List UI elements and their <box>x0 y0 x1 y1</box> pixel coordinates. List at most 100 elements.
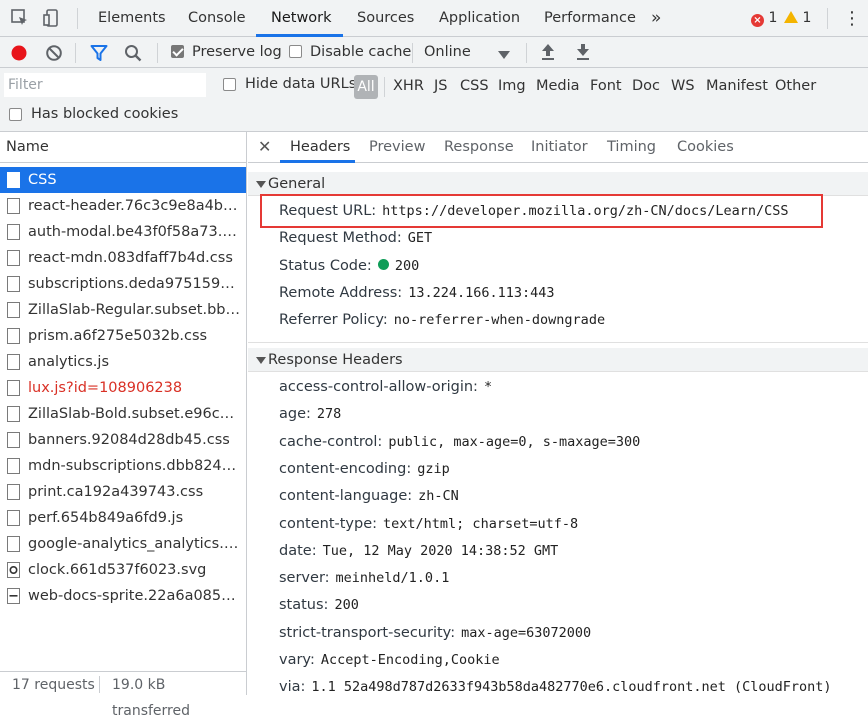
filter-icon[interactable] <box>90 44 108 66</box>
type-filter-img[interactable]: Img <box>498 78 526 94</box>
warning-count[interactable]: 1 <box>784 10 811 26</box>
header-value: gzip <box>417 460 450 477</box>
hide-data-urls-checkbox[interactable] <box>223 78 236 91</box>
request-row[interactable]: analytics.js <box>0 349 246 375</box>
request-row[interactable]: CSS <box>0 167 246 193</box>
hide-data-urls-label[interactable]: Hide data URLs <box>245 76 356 92</box>
disable-cache-label[interactable]: Disable cache <box>310 44 411 60</box>
request-row[interactable]: lux.js?id=108906238 <box>0 375 246 401</box>
tab-network[interactable]: Network <box>271 0 332 37</box>
header-key: content-type: <box>279 515 378 532</box>
request-url-highlight <box>260 194 823 228</box>
type-filter-js[interactable]: JS <box>434 78 447 94</box>
tab-timing[interactable]: Timing <box>607 132 656 163</box>
request-row[interactable]: ZillaSlab-Regular.subset.bbc3… <box>0 297 246 323</box>
error-icon: × <box>751 14 764 27</box>
header-row: date: Tue, 12 May 2020 14:38:52 GMT <box>279 543 558 559</box>
error-count-label: 1 <box>768 10 778 26</box>
close-icon[interactable]: ✕ <box>258 137 271 156</box>
type-filter-all[interactable]: All <box>354 75 378 99</box>
chevron-down-icon[interactable] <box>498 48 510 64</box>
tab-application[interactable]: Application <box>439 0 520 37</box>
import-har-icon[interactable] <box>540 43 556 65</box>
toolbar-separator <box>75 43 76 63</box>
more-tabs-button[interactable]: » <box>651 0 661 37</box>
request-name: ZillaSlab-Bold.subset.e96c15f6… <box>28 406 242 422</box>
header-row: Referrer Policy: no-referrer-when-downgra… <box>279 312 605 328</box>
file-icon <box>7 354 20 370</box>
request-row[interactable]: auth-modal.be43f0f58a73.css <box>0 219 246 245</box>
file-icon <box>7 380 20 396</box>
request-name: clock.661d537f6023.svg <box>28 562 207 578</box>
request-row[interactable]: react-header.76c3c9e8a4b4.css <box>0 193 246 219</box>
request-row[interactable]: print.ca192a439743.css <box>0 479 246 505</box>
preserve-log-checkbox[interactable] <box>171 45 184 58</box>
request-row[interactable]: web-docs-sprite.22a6a085cf1… <box>0 583 246 609</box>
request-row[interactable]: google-analytics_analytics.js?s… <box>0 531 246 557</box>
header-key: date: <box>279 542 317 559</box>
header-row: age: 278 <box>279 406 341 422</box>
request-row[interactable]: perf.654b849a6fd9.js <box>0 505 246 531</box>
search-icon[interactable] <box>124 44 142 66</box>
tab-initiator[interactable]: Initiator <box>531 132 588 163</box>
error-count[interactable]: × 1 <box>751 10 777 27</box>
file-icon <box>7 432 20 448</box>
type-filter-font[interactable]: Font <box>590 78 622 94</box>
response-headers-section-header[interactable]: Response Headers <box>248 348 868 372</box>
request-name: mdn-subscriptions.dbb82432… <box>28 458 242 474</box>
throttling-select[interactable]: Online <box>424 44 471 60</box>
disable-cache-checkbox[interactable] <box>289 45 302 58</box>
file-icon <box>7 224 20 240</box>
expand-triangle-icon <box>256 357 266 364</box>
filter-bar: Hide data URLs All XHR JS CSS Img Media … <box>0 68 868 132</box>
request-name: react-header.76c3c9e8a4b4.css <box>28 198 242 214</box>
has-blocked-cookies-label[interactable]: Has blocked cookies <box>31 106 178 122</box>
header-row: vary: Accept-Encoding,Cookie <box>279 652 500 668</box>
tab-response[interactable]: Response <box>444 132 514 163</box>
request-name: banners.92084d28db45.css <box>28 432 230 448</box>
file-icon <box>7 484 20 500</box>
has-blocked-cookies-checkbox[interactable] <box>9 108 22 121</box>
type-filter-css[interactable]: CSS <box>460 78 489 94</box>
type-filter-manifest[interactable]: Manifest <box>706 78 768 94</box>
request-row[interactable]: clock.661d537f6023.svg <box>0 557 246 583</box>
type-filter-media[interactable]: Media <box>536 78 580 94</box>
tab-elements[interactable]: Elements <box>98 0 166 37</box>
filter-input[interactable] <box>4 73 206 97</box>
type-filter-doc[interactable]: Doc <box>632 78 660 94</box>
tab-performance[interactable]: Performance <box>544 0 636 37</box>
more-options-icon[interactable]: ⋮ <box>843 8 861 29</box>
type-filter-xhr[interactable]: XHR <box>393 78 424 94</box>
type-filter-ws[interactable]: WS <box>671 78 695 94</box>
details-tab-bar: ✕ Headers Preview Response Initiator Tim… <box>248 132 868 163</box>
header-row: access-control-allow-origin: * <box>279 379 492 395</box>
request-row[interactable]: banners.92084d28db45.css <box>0 427 246 453</box>
preserve-log-label[interactable]: Preserve log <box>192 44 282 60</box>
clear-icon[interactable] <box>45 44 63 66</box>
tab-console[interactable]: Console <box>188 0 246 37</box>
request-row[interactable]: prism.a6f275e5032b.css <box>0 323 246 349</box>
tab-preview[interactable]: Preview <box>369 132 425 163</box>
request-row[interactable]: ZillaSlab-Bold.subset.e96c15f6… <box>0 401 246 427</box>
toolbar-separator <box>412 43 413 63</box>
footer-separator <box>99 676 100 693</box>
inspect-element-icon[interactable] <box>10 8 32 28</box>
header-key: access-control-allow-origin: <box>279 379 478 395</box>
export-har-icon[interactable] <box>575 43 591 65</box>
general-section-header[interactable]: General <box>248 172 868 196</box>
network-toolbar: Preserve log Disable cache Online <box>0 37 868 68</box>
name-column-header[interactable]: Name <box>0 132 246 163</box>
header-row: content-type: text/html; charset=utf-8 <box>279 516 578 532</box>
request-row[interactable]: mdn-subscriptions.dbb82432… <box>0 453 246 479</box>
header-value: 200 <box>334 597 359 614</box>
tab-headers[interactable]: Headers <box>290 132 350 163</box>
device-toolbar-icon[interactable] <box>42 8 64 28</box>
header-key: Remote Address: <box>279 284 403 301</box>
tab-cookies[interactable]: Cookies <box>677 132 734 163</box>
file-icon <box>7 250 20 266</box>
request-row[interactable]: subscriptions.deda97515994.css <box>0 271 246 297</box>
tab-sources[interactable]: Sources <box>357 0 414 37</box>
record-icon[interactable] <box>10 44 28 66</box>
type-filter-other[interactable]: Other <box>775 78 816 94</box>
request-row[interactable]: react-mdn.083dfaff7b4d.css <box>0 245 246 271</box>
